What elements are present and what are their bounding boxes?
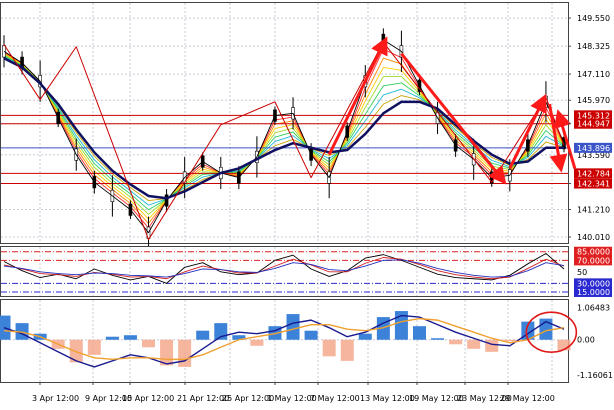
price-tick-label: 149.550: [577, 14, 610, 23]
macd-histogram-bar: [485, 339, 499, 352]
price-tick-label: 140.010: [577, 233, 610, 242]
chart-canvas: 140.010141.210142.341143.590144.947145.9…: [0, 2, 613, 403]
macd-histogram-bar: [412, 326, 426, 340]
price-tick-label: 145.970: [577, 96, 610, 105]
level-badge-label: 143.896: [577, 144, 610, 153]
level-badge-label: 142.341: [577, 180, 610, 189]
time-axis-label: 15 Apr 12:00: [122, 394, 174, 403]
level-badge-label: 144.947: [577, 120, 610, 129]
time-axis-label: 29 May 12:00: [500, 394, 555, 403]
oscillator-panel: 85.000070.00005030.000015.0000: [0, 246, 612, 297]
macd-histogram-bar: [160, 339, 174, 366]
level-badge-label: 142.784: [577, 169, 610, 178]
time-axis-label: 3 Apr 12:00: [32, 394, 79, 403]
macd-histogram-bar: [178, 339, 192, 367]
macd-histogram-bar: [304, 330, 318, 340]
price-tick-label: 141.210: [577, 205, 610, 214]
macd-histogram-bar: [250, 339, 264, 346]
macd-histogram-bar: [142, 339, 156, 348]
macd-histogram-bar: [340, 339, 354, 361]
macd-histogram-bar: [322, 339, 336, 357]
oscillator-tick-label: 15.0000: [577, 288, 610, 297]
time-axis-label: 7 May 12:00: [310, 394, 360, 403]
macd-histogram-bar: [358, 333, 372, 340]
macd-histogram-bar: [467, 339, 481, 349]
price-panel: 140.010141.210142.341143.590144.947145.9…: [0, 2, 612, 249]
macd-histogram-bar: [196, 330, 210, 340]
macd-histogram-bar: [123, 335, 137, 340]
chart-window: 140.010141.210142.341143.590144.947145.9…: [0, 0, 614, 406]
oscillator-tick-label: 50: [577, 268, 587, 277]
time-axis-label: 19 May 12:00: [409, 394, 464, 403]
macd-histogram-bar: [286, 314, 300, 340]
price-frame: [0, 2, 569, 244]
macd-tick-label: -1.16061: [577, 371, 613, 380]
oscillator-frame: [0, 246, 569, 297]
time-axis-label: 13 May 12:00: [360, 394, 415, 403]
macd-panel: 1.06483 0.00 -1.16061: [0, 299, 613, 383]
price-tick-label: 147.110: [577, 70, 610, 79]
macd-histogram-bar: [105, 336, 119, 340]
oscillator-tick-label: 70.0000: [577, 256, 610, 265]
macd-tick-label: 0.00: [577, 336, 595, 345]
price-tick-label: 148.325: [577, 42, 610, 51]
time-axis: 3 Apr 12:00 9 Apr 12:0015 Apr 12:00 21 Apr…: [32, 382, 555, 403]
macd-histogram-bar: [87, 339, 101, 355]
macd-histogram-bar: [431, 338, 445, 340]
macd-histogram-bar: [449, 339, 463, 345]
macd-tick-label: 1.06483: [577, 304, 610, 313]
